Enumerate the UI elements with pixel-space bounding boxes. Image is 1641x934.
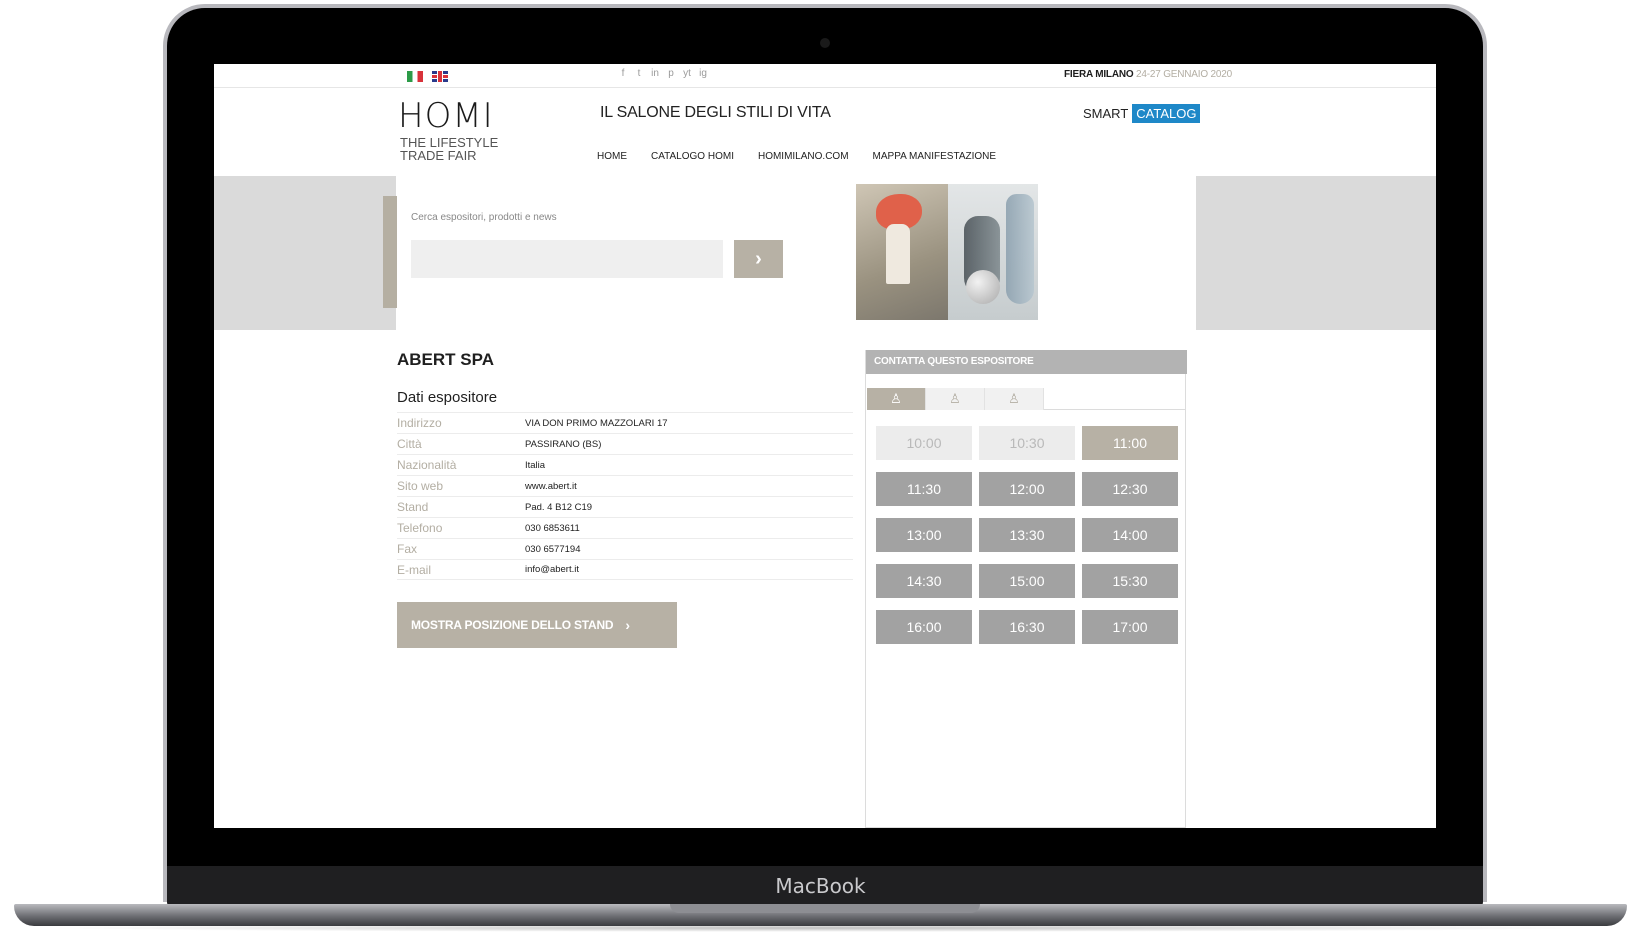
time-slot[interactable]: 14:00 bbox=[1082, 518, 1178, 552]
contact-tab-1[interactable]: ♙ bbox=[867, 388, 926, 410]
search-input[interactable] bbox=[411, 240, 723, 278]
person-icon: ♙ bbox=[890, 391, 902, 406]
nav-item-catalogo[interactable]: CATALOGO HOMI bbox=[651, 151, 734, 162]
instagram-icon[interactable]: ig bbox=[698, 68, 708, 79]
time-slot[interactable]: 16:30 bbox=[979, 610, 1075, 644]
social-links: f t in p yt ig bbox=[618, 68, 708, 79]
detail-value: VIA DON PRIMO MAZZOLARI 17 bbox=[525, 417, 668, 429]
fair-dates: 24-27 GENNAIO 2020 bbox=[1136, 69, 1232, 80]
hero-image bbox=[856, 184, 1038, 320]
detail-value: PASSIRANO (BS) bbox=[525, 438, 602, 450]
detail-row-email: E-mail info@abert.it bbox=[397, 559, 853, 580]
hero-photo-person bbox=[886, 224, 910, 284]
detail-value: 030 6577194 bbox=[525, 543, 581, 555]
time-slot[interactable]: 15:30 bbox=[1082, 564, 1178, 598]
fair-info: FIERA MILANO 24-27 GENNAIO 2020 bbox=[1064, 69, 1232, 80]
time-slot[interactable]: 12:30 bbox=[1082, 472, 1178, 506]
detail-label: Sito web bbox=[397, 479, 444, 493]
detail-row-stand: Stand Pad. 4 B12 C19 bbox=[397, 496, 853, 517]
detail-value: 030 6853611 bbox=[525, 522, 580, 534]
top-bar bbox=[214, 64, 1436, 88]
search-label: Cerca espositori, prodotti e news bbox=[411, 212, 557, 223]
nav-item-homimilano[interactable]: HOMIMILANO.COM bbox=[758, 151, 849, 162]
main-nav: HOME CATALOGO HOMI HOMIMILANO.COM MAPPA … bbox=[597, 151, 996, 162]
details-section-title: Dati espositore bbox=[397, 389, 498, 406]
linkedin-icon[interactable]: in bbox=[650, 68, 660, 79]
detail-row-city: Città PASSIRANO (BS) bbox=[397, 433, 853, 454]
detail-row-phone: Telefono 030 6853611 bbox=[397, 517, 853, 538]
time-slot: 10:00 bbox=[876, 426, 972, 460]
contact-tabs: ♙ ♙ ♙ bbox=[867, 388, 1186, 410]
detail-label: Indirizzo bbox=[397, 416, 442, 430]
uk-flag-icon[interactable] bbox=[432, 71, 448, 82]
contact-tab-3[interactable]: ♙ bbox=[985, 388, 1044, 410]
pinterest-icon[interactable]: p bbox=[666, 68, 676, 79]
logo-subtitle: THE LIFESTYLE TRADE FAIR bbox=[400, 135, 499, 163]
detail-row-address: Indirizzo VIA DON PRIMO MAZZOLARI 17 bbox=[397, 412, 853, 433]
person-icon: ♙ bbox=[949, 391, 961, 406]
nav-item-home[interactable]: HOME bbox=[597, 151, 627, 162]
twitter-icon[interactable]: t bbox=[634, 68, 644, 79]
detail-value: Pad. 4 B12 C19 bbox=[525, 501, 593, 513]
detail-label: Nazionalità bbox=[397, 458, 457, 472]
detail-value: Italia bbox=[525, 459, 546, 471]
laptop-brand-label: MacBook bbox=[775, 874, 866, 898]
website-link[interactable]: www.abert.it bbox=[525, 481, 577, 492]
hero-photo-sphere bbox=[966, 270, 1000, 304]
time-slot[interactable]: 12:00 bbox=[979, 472, 1075, 506]
italian-flag-icon[interactable] bbox=[407, 71, 423, 82]
email-link[interactable]: info@abert.it bbox=[525, 564, 579, 575]
youtube-icon[interactable]: yt bbox=[682, 68, 692, 79]
time-slot[interactable]: 11:00 bbox=[1082, 426, 1178, 460]
chevron-right-icon: › bbox=[625, 617, 630, 633]
contact-exhibitor-panel: CONTATTA QUESTO ESPOSITORE ♙ ♙ ♙ 10:00 1… bbox=[865, 350, 1187, 828]
catalog-label: CATALOG bbox=[1132, 104, 1201, 123]
time-slots-grid: 10:00 10:30 11:00 11:30 12:00 12:30 13:0… bbox=[876, 426, 1179, 644]
person-icon: ♙ bbox=[1008, 391, 1020, 406]
hero-accent-bar bbox=[383, 196, 397, 308]
laptop-notch bbox=[670, 904, 980, 913]
time-slot[interactable]: 14:30 bbox=[876, 564, 972, 598]
stand-button-label: MOSTRA POSIZIONE DELLO STAND bbox=[411, 618, 614, 632]
smart-label: SMART bbox=[1083, 106, 1129, 121]
screen: f t in p yt ig FIERA MILANO 24-27 GENNAI… bbox=[214, 64, 1436, 828]
exhibitor-name: ABERT SPA bbox=[397, 350, 494, 369]
time-slot[interactable]: 17:00 bbox=[1082, 610, 1178, 644]
detail-label: Fax bbox=[397, 542, 418, 556]
search-submit-button[interactable]: › bbox=[734, 240, 783, 278]
detail-label: E-mail bbox=[397, 562, 432, 577]
camera-dot bbox=[820, 38, 830, 48]
time-slot[interactable]: 13:30 bbox=[979, 518, 1075, 552]
facebook-icon[interactable]: f bbox=[618, 68, 628, 79]
show-stand-position-button[interactable]: MOSTRA POSIZIONE DELLO STAND › bbox=[397, 602, 677, 648]
nav-item-mappa[interactable]: MAPPA MANIFESTAZIONE bbox=[873, 151, 997, 162]
exhibitor-details-table: Indirizzo VIA DON PRIMO MAZZOLARI 17 Cit… bbox=[397, 412, 853, 580]
smart-catalog-logo[interactable]: SMART CATALOG bbox=[1083, 104, 1201, 123]
detail-label: Telefono bbox=[397, 521, 443, 535]
detail-row-nationality: Nazionalità Italia bbox=[397, 454, 853, 475]
contact-panel-header: CONTATTA QUESTO ESPOSITORE bbox=[866, 350, 1187, 374]
site-tagline: IL SALONE DEGLI STILI DI VITA bbox=[600, 104, 831, 121]
detail-label: Città bbox=[397, 437, 422, 451]
fair-place: FIERA MILANO bbox=[1064, 69, 1134, 80]
hero-photo-vase-blue bbox=[1006, 194, 1034, 304]
time-slot[interactable]: 11:30 bbox=[876, 472, 972, 506]
contact-tab-2[interactable]: ♙ bbox=[926, 388, 985, 410]
time-slot: 10:30 bbox=[979, 426, 1075, 460]
time-slot[interactable]: 16:00 bbox=[876, 610, 972, 644]
time-slot[interactable]: 15:00 bbox=[979, 564, 1075, 598]
homi-logo[interactable]: HOMI bbox=[398, 96, 494, 136]
time-slot[interactable]: 13:00 bbox=[876, 518, 972, 552]
detail-row-website: Sito web www.abert.it bbox=[397, 475, 853, 496]
detail-label: Stand bbox=[397, 500, 429, 514]
detail-row-fax: Fax 030 6577194 bbox=[397, 538, 853, 559]
chevron-right-icon: › bbox=[755, 247, 762, 270]
